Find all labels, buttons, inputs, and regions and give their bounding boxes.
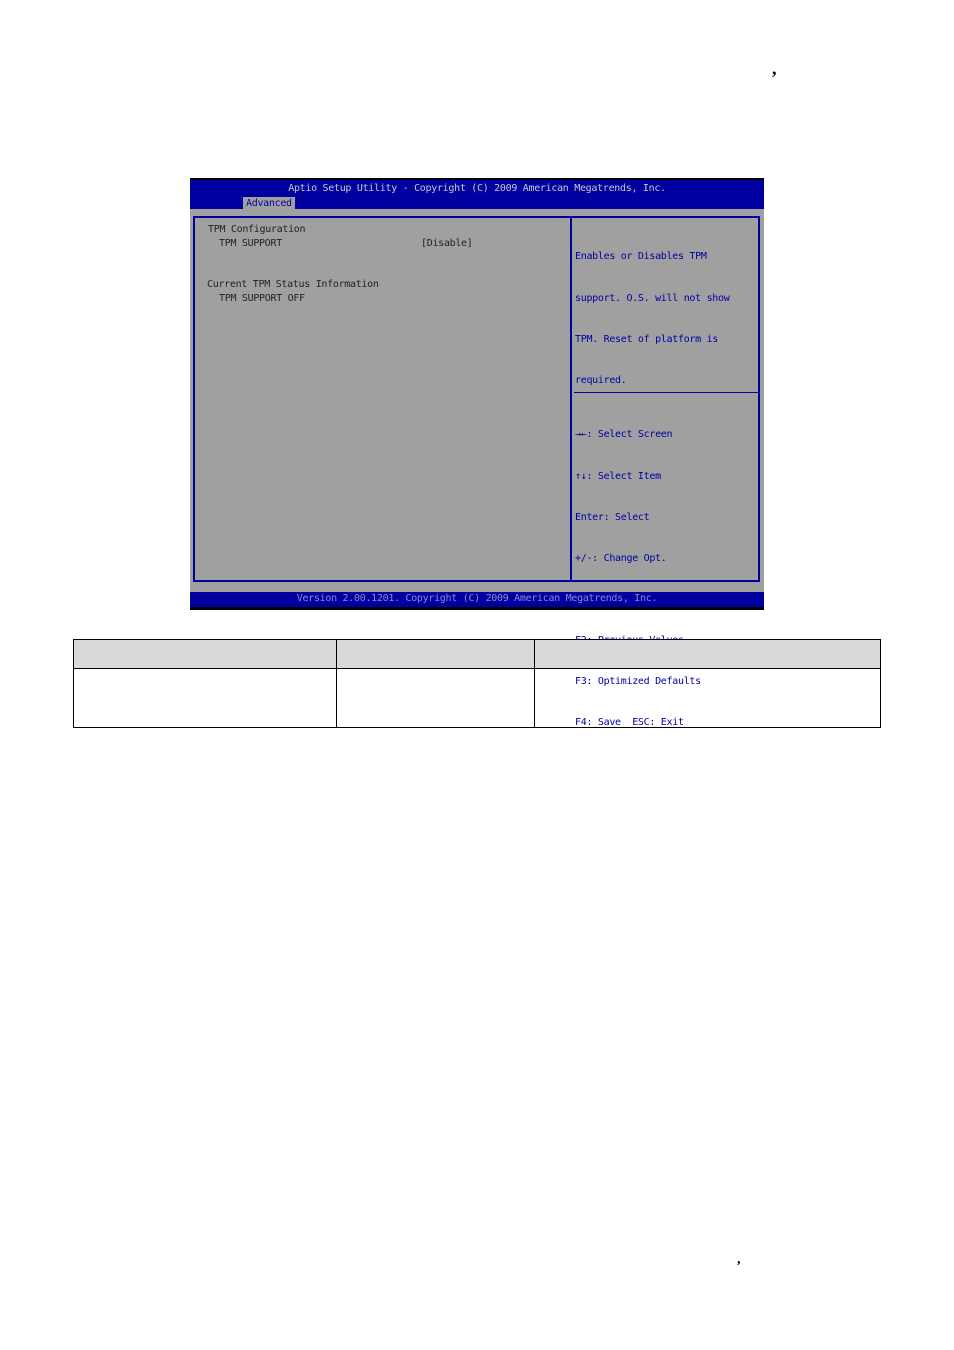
table-cell: [73, 668, 337, 728]
table-header-cell: [73, 639, 337, 669]
status-heading: Current TPM Status Information: [207, 279, 379, 290]
help-line: support. O.S. will not show: [575, 292, 730, 304]
punctuation-mark: ,: [737, 1252, 741, 1267]
key-legend-item: Enter: Select: [575, 511, 650, 523]
table-header-cell: [534, 639, 881, 669]
table-cell: [534, 668, 881, 728]
bios-body: TPM Configuration TPM SUPPORT [Disable] …: [190, 209, 764, 728]
bios-screenshot: Aptio Setup Utility - Copyright (C) 2009…: [190, 178, 764, 728]
tpm-support-value[interactable]: [Disable]: [421, 238, 473, 249]
option-table: [73, 639, 881, 728]
key-legend-item: ↑↓: Select Item: [575, 470, 661, 482]
bios-footer: Version 2.00.1201. Copyright (C) 2009 Am…: [190, 592, 764, 607]
bios-title-bar: Aptio Setup Utility - Copyright (C) 2009…: [190, 180, 764, 210]
table-header-row: [73, 639, 881, 669]
panel-divider: [570, 216, 572, 582]
table-cell: [336, 668, 535, 728]
help-line: required.: [575, 374, 627, 386]
help-text: Enables or Disables TPM support. O.S. wi…: [575, 223, 730, 415]
status-value: TPM SUPPORT OFF: [219, 293, 305, 304]
punctuation-mark: ,: [772, 58, 777, 78]
help-line: Enables or Disables TPM: [575, 251, 707, 263]
bios-title: Aptio Setup Utility - Copyright (C) 2009…: [288, 183, 666, 194]
bios-footer-text: Version 2.00.1201. Copyright (C) 2009 Am…: [296, 593, 658, 604]
help-line: TPM. Reset of platform is: [575, 333, 719, 345]
tpm-support-label[interactable]: TPM SUPPORT: [219, 238, 282, 249]
key-legend-item: +/-: Change Opt.: [575, 552, 667, 564]
section-heading: TPM Configuration: [208, 224, 306, 235]
key-legend-item: →←: Select Screen: [575, 429, 673, 441]
table-header-cell: [336, 639, 535, 669]
table-row: [73, 668, 881, 728]
